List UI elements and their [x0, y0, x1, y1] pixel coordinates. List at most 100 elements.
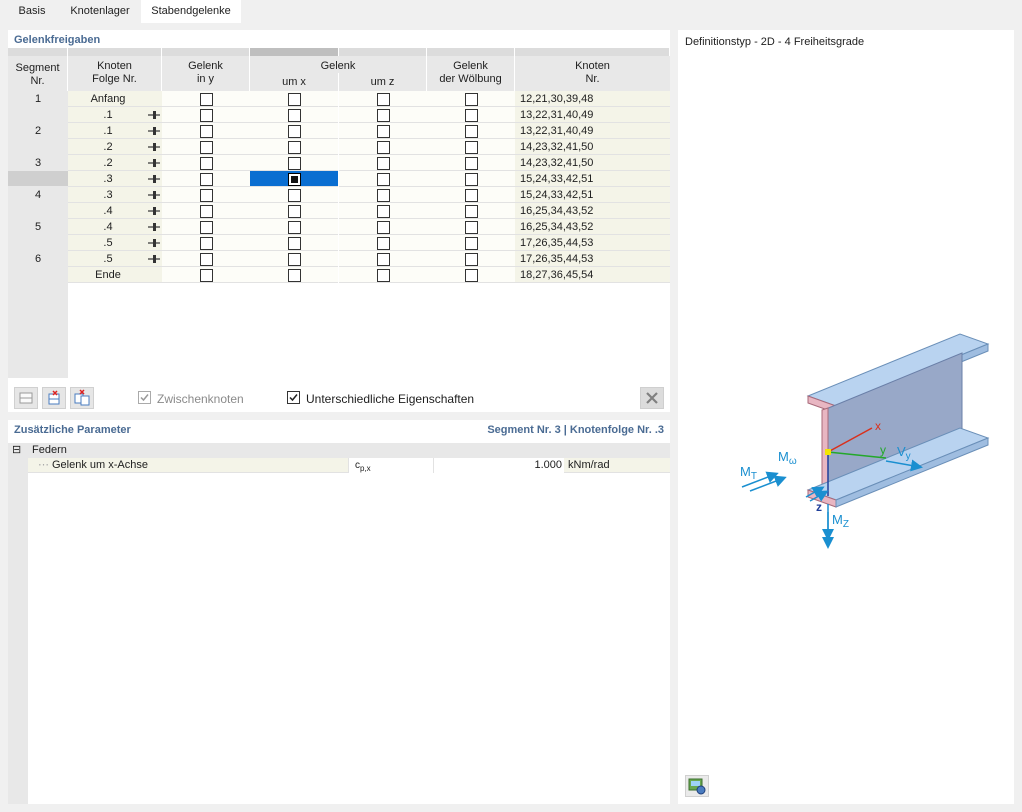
nodes-cell[interactable]: 17,26,35,44,53: [515, 251, 670, 267]
hinge-cell[interactable]: [339, 123, 427, 139]
table-row[interactable]: 5 .4 16,25,34,43,52: [8, 219, 670, 235]
segment-cell[interactable]: 6: [8, 251, 68, 267]
table-tool-button[interactable]: [14, 387, 38, 409]
hinge-checkbox[interactable]: [465, 125, 478, 138]
param-row-spring-x[interactable]: ⋯ Gelenk um x-Achse cp,x 1.000 kNm/rad: [28, 458, 670, 473]
hinge-checkbox[interactable]: [465, 253, 478, 266]
hinge-checkbox[interactable]: [288, 109, 301, 122]
hinge-cell[interactable]: [427, 155, 515, 171]
hinge-cell[interactable]: [339, 203, 427, 219]
hinge-checkbox[interactable]: [200, 221, 213, 234]
hinge-checkbox[interactable]: [288, 269, 301, 282]
nodes-cell[interactable]: 14,23,32,41,50: [515, 155, 670, 171]
hinge-cell[interactable]: [250, 267, 338, 283]
hinge-cell[interactable]: [427, 187, 515, 203]
nodes-cell[interactable]: 13,22,31,40,49: [515, 123, 670, 139]
hinge-cell[interactable]: [339, 139, 427, 155]
table-row[interactable]: 1 Anfang 12,21,30,39,48: [8, 91, 670, 107]
node-seq-cell[interactable]: .1: [68, 107, 162, 123]
hinge-cell[interactable]: [427, 91, 515, 107]
hinge-checkbox[interactable]: [377, 125, 390, 138]
hinge-checkbox[interactable]: [200, 125, 213, 138]
segment-cell[interactable]: 1: [8, 91, 68, 107]
hinge-cell[interactable]: [250, 123, 338, 139]
hinge-checkbox[interactable]: [377, 93, 390, 106]
hinge-checkbox[interactable]: [465, 109, 478, 122]
hinge-checkbox[interactable]: [200, 205, 213, 218]
hinge-checkbox[interactable]: [288, 141, 301, 154]
node-seq-cell[interactable]: .5: [68, 235, 162, 251]
col-header-warping[interactable]: Gelenk der Wölbung: [427, 56, 515, 91]
tab-basis[interactable]: Basis: [6, 0, 58, 23]
nodes-cell[interactable]: 17,26,35,44,53: [515, 235, 670, 251]
node-seq-cell[interactable]: .4: [68, 219, 162, 235]
hinge-checkbox[interactable]: [377, 141, 390, 154]
hinge-checkbox[interactable]: [377, 109, 390, 122]
hinge-checkbox[interactable]: [377, 221, 390, 234]
hinge-cell[interactable]: [427, 203, 515, 219]
hinge-checkbox[interactable]: [377, 189, 390, 202]
hinge-checkbox[interactable]: [465, 157, 478, 170]
hinge-checkbox[interactable]: [200, 109, 213, 122]
table-row[interactable]: .3 15,24,33,42,51: [8, 171, 670, 187]
hinge-cell[interactable]: [339, 235, 427, 251]
hinge-cell[interactable]: [162, 123, 250, 139]
hinge-cell[interactable]: [162, 203, 250, 219]
hinge-checkbox[interactable]: [200, 253, 213, 266]
hinge-checkbox[interactable]: [377, 237, 390, 250]
collapse-icon[interactable]: ⊟: [12, 443, 21, 458]
segment-cell[interactable]: [8, 235, 68, 251]
hinge-cell[interactable]: [427, 123, 515, 139]
tab-knotenlager[interactable]: Knotenlager: [60, 0, 140, 23]
node-seq-cell[interactable]: Ende: [68, 267, 162, 283]
table-row[interactable]: 3 .2 14,23,32,41,50: [8, 155, 670, 171]
hinge-checkbox[interactable]: [465, 189, 478, 202]
hinge-checkbox[interactable]: [377, 157, 390, 170]
col-header-hinge-x[interactable]: um x: [250, 73, 339, 91]
hinge-cell[interactable]: [339, 91, 427, 107]
hinge-cell[interactable]: [162, 219, 250, 235]
hinge-cell[interactable]: [162, 171, 250, 187]
nodes-cell[interactable]: 15,24,33,42,51: [515, 171, 670, 187]
hinge-checkbox[interactable]: [288, 173, 301, 186]
hinge-checkbox[interactable]: [465, 173, 478, 186]
hinge-cell[interactable]: [162, 235, 250, 251]
hinge-cell[interactable]: [427, 139, 515, 155]
table-row[interactable]: 2 .1 13,22,31,40,49: [8, 123, 670, 139]
nodes-cell[interactable]: 14,23,32,41,50: [515, 139, 670, 155]
delete-row-button[interactable]: [42, 387, 66, 409]
hinge-cell[interactable]: [339, 267, 427, 283]
hinge-checkbox[interactable]: [465, 205, 478, 218]
hinge-checkbox[interactable]: [288, 205, 301, 218]
hinge-cell[interactable]: [250, 203, 338, 219]
tab-stabendgelenke[interactable]: Stabendgelenke: [141, 0, 241, 23]
clear-button[interactable]: [640, 387, 664, 409]
hinge-cell[interactable]: [339, 107, 427, 123]
different-properties-checkbox[interactable]: [287, 391, 300, 404]
hinge-cell[interactable]: [250, 251, 338, 267]
node-seq-cell[interactable]: .3: [68, 187, 162, 203]
hinge-cell[interactable]: [427, 267, 515, 283]
hinge-checkbox[interactable]: [200, 269, 213, 282]
hinge-cell[interactable]: [250, 187, 338, 203]
segment-cell[interactable]: [8, 171, 68, 187]
hinge-cell[interactable]: [427, 251, 515, 267]
param-value[interactable]: 1.000: [433, 458, 564, 473]
segment-cell[interactable]: [8, 139, 68, 155]
hinge-cell[interactable]: [162, 107, 250, 123]
node-seq-cell[interactable]: .5: [68, 251, 162, 267]
node-seq-cell[interactable]: .4: [68, 203, 162, 219]
hinge-checkbox[interactable]: [288, 157, 301, 170]
hinge-checkbox[interactable]: [200, 93, 213, 106]
hinge-cell[interactable]: [162, 139, 250, 155]
hinge-cell[interactable]: [162, 155, 250, 171]
hinge-cell[interactable]: [250, 91, 338, 107]
hinge-cell[interactable]: [162, 91, 250, 107]
segment-cell[interactable]: 2: [8, 123, 68, 139]
table-row[interactable]: .4 16,25,34,43,52: [8, 203, 670, 219]
nodes-cell[interactable]: 16,25,34,43,52: [515, 203, 670, 219]
table-row[interactable]: 4 .3 15,24,33,42,51: [8, 187, 670, 203]
hinge-checkbox[interactable]: [288, 237, 301, 250]
hinge-checkbox[interactable]: [465, 93, 478, 106]
hinge-cell[interactable]: [339, 219, 427, 235]
